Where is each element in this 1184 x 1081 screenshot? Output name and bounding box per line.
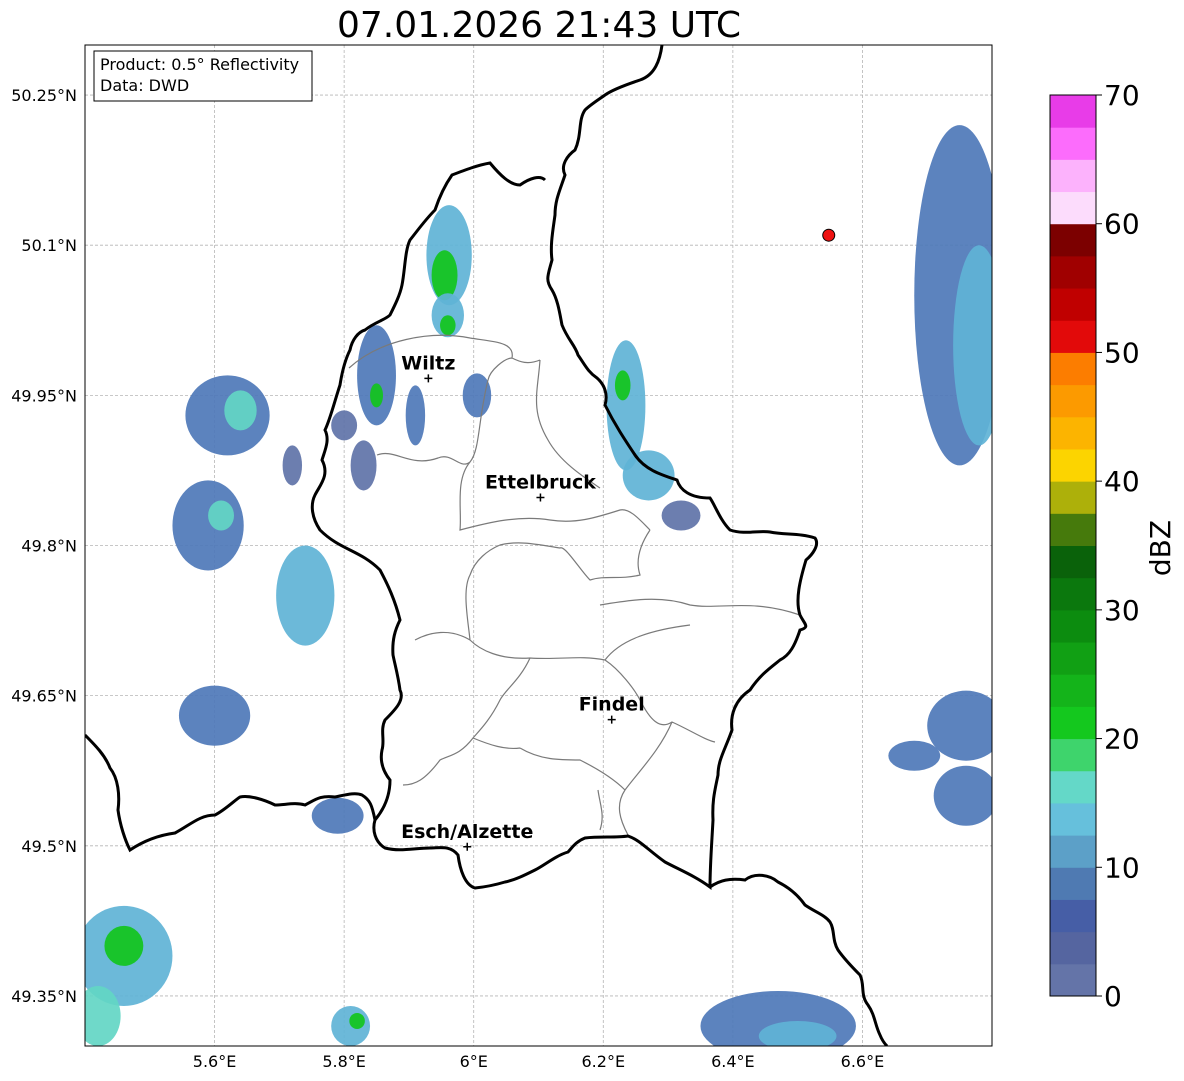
colorbar-tick-label: 70 [1104,79,1140,112]
radar-echo [933,765,992,826]
colorbar-tick-label: 40 [1104,465,1140,498]
colorbar-segment [1050,513,1096,546]
colorbar-segment [1050,770,1096,804]
colorbar-segment [1050,223,1096,257]
lon-tick-label: 6.2°E [582,1052,626,1071]
radar-echo [276,545,335,646]
info-box: Product: 0.5° Reflectivity Data: DWD [93,50,313,102]
radar-echo [614,370,631,401]
colorbar: 0 10 20 30 40 50 60 70 [1049,79,1140,1013]
colorbar-segment [1050,609,1096,643]
radar-echo [888,740,941,771]
colorbar-segment [1050,642,1096,675]
radar-echo [440,315,456,336]
colorbar-segment [1050,738,1096,772]
colorbar-segment [1050,320,1096,353]
colorbar-tick-label: 50 [1104,336,1140,369]
info-product: Product: 0.5° Reflectivity [100,55,299,74]
colorbar-segment [1050,448,1096,482]
colorbar-segment [1050,352,1096,386]
colorbar-tick-label: 30 [1104,594,1140,627]
radar-echo [405,385,426,446]
lon-tick-label: 5.6°E [193,1052,237,1071]
radar-echo [311,797,364,834]
colorbar-segment [1050,95,1096,128]
lat-tick-label: 49.5°N [21,837,77,856]
lat-tick-label: 49.8°N [21,537,77,556]
radar-echo [357,325,396,426]
radar-echo [282,445,303,486]
colorbar-segment [1050,899,1096,933]
info-source: Data: DWD [100,76,189,95]
radar-echo [606,340,646,471]
colorbar-segment [1050,577,1096,611]
colorbar-segment [1050,545,1096,579]
radar-echo [462,373,492,418]
radar-echo [953,245,992,446]
colorbar-segment [1050,802,1096,836]
radar-echo [224,390,257,431]
radar-echo [431,250,458,301]
city-label: Esch/Alzette [401,821,533,843]
radar-echo [172,480,244,571]
radar-echo [661,500,701,531]
radar-echo [370,383,384,408]
radar-echo [927,690,992,761]
lon-tick-label: 6.4°E [711,1052,755,1071]
radar-figure: 5.6°E 5.8°E 6°E 6.2°E 6.4°E 6.6°E 50.25°N 50.1°… [11,44,1177,1071]
colorbar-label: dBZ [1144,520,1177,576]
radar-echo [104,925,144,966]
colorbar-segment [1050,674,1096,707]
colorbar-segment [1050,867,1096,900]
radar-echo [208,500,235,531]
city-label: Wiltz [401,352,455,374]
colorbar-segment [1050,931,1096,965]
colorbar-segment [1050,288,1096,321]
lat-tick-label: 49.65°N [11,687,77,706]
radar-echo [758,1020,837,1046]
radar-echo [349,1012,365,1029]
colorbar-segment [1050,255,1096,289]
colorbar-segment [1050,835,1096,868]
lat-tick-label: 49.95°N [11,386,77,405]
colorbar-tick-label: 10 [1104,851,1140,884]
colorbar-segment [1050,127,1096,160]
colorbar-segment [1050,191,1096,225]
lat-tick-label: 50.25°N [11,86,77,105]
colorbar-tick-label: 20 [1104,723,1140,756]
radar-echo [350,440,377,491]
colorbar-tick-label: 60 [1104,208,1140,241]
city-label: Findel [579,694,645,716]
colorbar-segment [1050,481,1096,514]
colorbar-segment [1050,706,1096,740]
colorbar-segment [1050,384,1096,418]
radar-echo [331,1005,371,1046]
city-label: Ettelbruck [485,471,596,493]
colorbar-segment [1050,416,1096,450]
colorbar-segment [1050,159,1096,193]
colorbar-tick-label: 0 [1104,980,1122,1013]
lat-tick-label: 50.1°N [21,236,77,255]
radar-echo [178,685,251,746]
lon-tick-label: 5.8°E [322,1052,366,1071]
lat-tick-label: 49.35°N [11,987,77,1006]
radar-echo [85,985,121,1046]
lon-tick-label: 6°E [460,1052,488,1071]
radar-site-marker [822,228,836,242]
colorbar-segment [1050,963,1096,997]
lon-tick-label: 6.6°E [841,1052,885,1071]
radar-echo [331,410,358,441]
